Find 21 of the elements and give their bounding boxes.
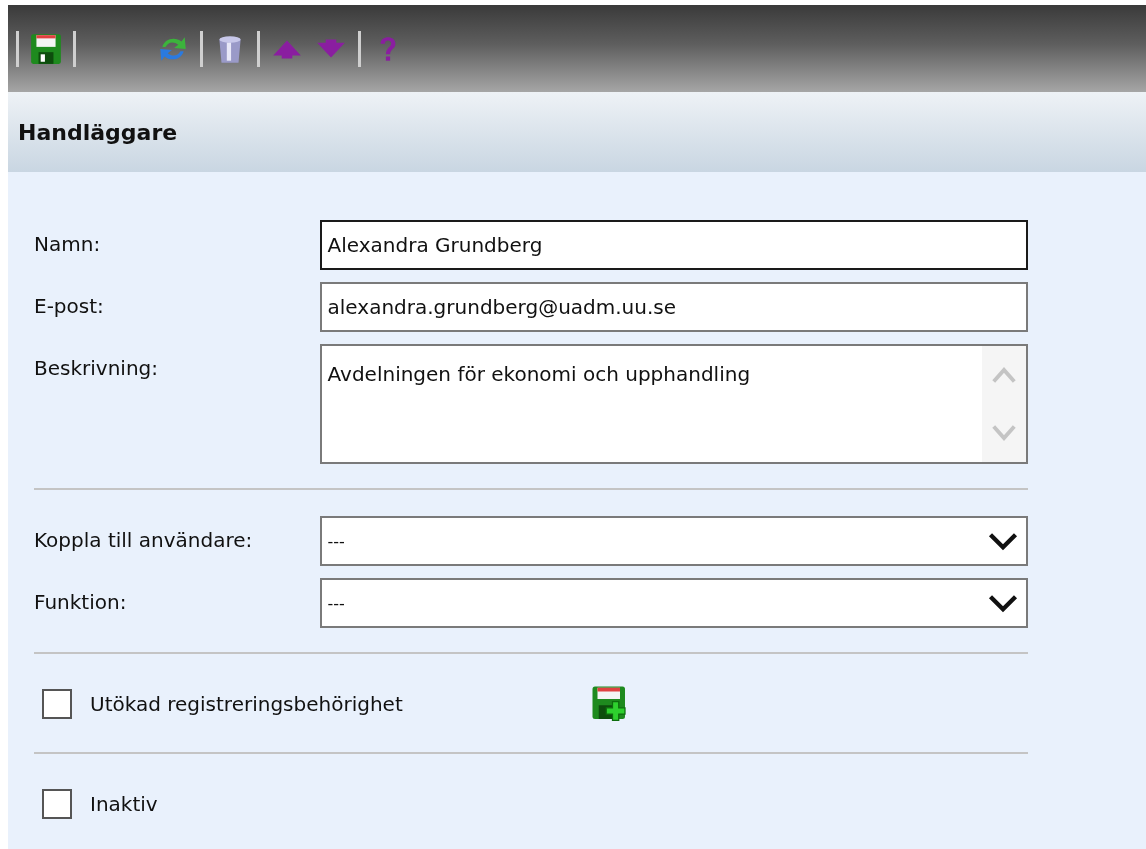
checkbox-label: Utökad registreringsbehörighet (90, 692, 404, 716)
field-label: Funktion: (34, 589, 128, 614)
field-label: Namn: (34, 231, 102, 256)
dropdown[interactable]: --- (319, 578, 1028, 628)
checkbox-label: Inaktiv (90, 792, 159, 816)
checkbox[interactable] (42, 689, 72, 719)
scroll-down-icon (991, 424, 1017, 442)
scrollbar[interactable] (982, 346, 1026, 462)
field-label: E-post: (34, 293, 105, 318)
dropdown[interactable]: --- (319, 516, 1028, 566)
text-area[interactable]: Avdelningen för ekonomi och upphandling (319, 344, 1028, 464)
field-label: Koppla till användare: (34, 527, 254, 552)
checkbox[interactable] (42, 789, 72, 819)
chevron-down-icon (988, 593, 1018, 613)
save-icon[interactable] (29, 31, 63, 66)
page-title: Handläggare (18, 119, 178, 145)
field-label: Beskrivning: (34, 355, 159, 380)
text-field[interactable]: alexandra.grundberg@uadm.uu.se (319, 282, 1028, 332)
scroll-up-icon (991, 366, 1017, 384)
text-field[interactable]: Alexandra Grundberg (319, 220, 1028, 270)
chevron-down-icon (988, 531, 1018, 551)
